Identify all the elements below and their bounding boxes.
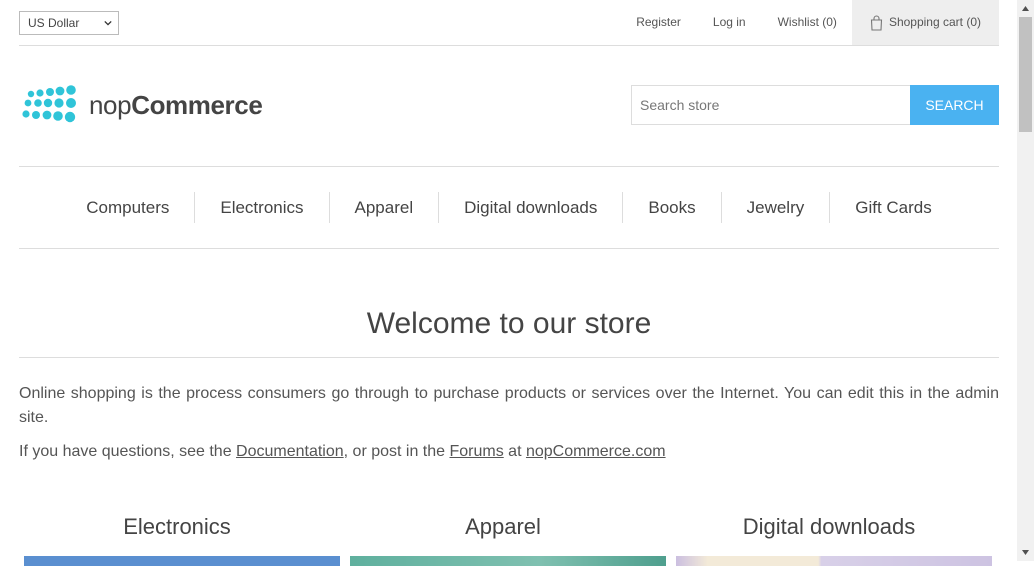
scroll-up-arrow-icon[interactable] xyxy=(1017,0,1034,17)
menu-item-books[interactable]: Books xyxy=(622,192,720,223)
category-title[interactable]: Electronics xyxy=(19,512,335,542)
currency-selector-label: US Dollar xyxy=(28,16,80,30)
page-scrollbar[interactable] xyxy=(1017,0,1034,561)
logo-wordmark-bold: Commerce xyxy=(131,89,263,120)
header-links-bar: US Dollar Register Log in Wishlist (0) S… xyxy=(19,0,999,46)
category-title[interactable]: Apparel xyxy=(345,512,661,542)
search-box: SEARCH xyxy=(631,85,999,125)
search-input[interactable] xyxy=(631,85,910,125)
menu-item-digital-downloads[interactable]: Digital downloads xyxy=(438,192,622,223)
chevron-down-icon xyxy=(104,20,112,26)
category-image[interactable] xyxy=(676,556,992,566)
logo-wordmark: nopCommerce xyxy=(89,89,263,121)
menu-item-apparel[interactable]: Apparel xyxy=(328,192,439,223)
welcome-intro: Online shopping is the process consumers… xyxy=(19,385,999,426)
forums-link[interactable]: Forums xyxy=(450,443,504,460)
login-link[interactable]: Log in xyxy=(713,0,746,45)
category-title[interactable]: Digital downloads xyxy=(671,512,987,542)
logo-wordmark-light: nop xyxy=(89,89,132,120)
menu-item-electronics[interactable]: Electronics xyxy=(194,192,328,223)
currency-selector[interactable]: US Dollar xyxy=(19,11,119,35)
category-image[interactable] xyxy=(350,556,666,566)
help-text-prefix: If you have questions, see the xyxy=(19,443,237,460)
menu-item-computers[interactable]: Computers xyxy=(61,192,194,223)
menu-item-jewelry[interactable]: Jewelry xyxy=(720,192,830,223)
category-image[interactable] xyxy=(24,556,340,566)
register-link[interactable]: Register xyxy=(636,0,681,45)
top-menu: Computers Electronics Apparel Digital do… xyxy=(19,166,999,249)
search-button[interactable]: SEARCH xyxy=(910,85,999,125)
category-digital-downloads[interactable]: Digital downloads xyxy=(671,512,992,566)
shopping-cart-link[interactable]: Shopping cart (0) xyxy=(851,0,999,45)
header-links: Register Log in Wishlist (0) Shopping ca… xyxy=(636,0,999,45)
help-text-at: at xyxy=(503,443,526,460)
category-apparel[interactable]: Apparel xyxy=(345,512,666,566)
shopping-bag-icon xyxy=(870,14,883,31)
help-links-line: If you have questions, see the Documenta… xyxy=(19,440,999,464)
category-electronics[interactable]: Electronics xyxy=(19,512,340,566)
store-logo[interactable]: nopCommerce xyxy=(21,84,263,126)
logo-dots-icon xyxy=(22,85,76,123)
scrollbar-thumb[interactable] xyxy=(1019,17,1032,132)
shopping-cart-label: Shopping cart (0) xyxy=(888,15,981,29)
wishlist-link[interactable]: Wishlist (0) xyxy=(778,0,837,45)
nopcommerce-site-link[interactable]: nopCommerce.com xyxy=(526,443,666,460)
menu-item-gift-cards[interactable]: Gift Cards xyxy=(829,192,957,223)
scroll-down-arrow-icon[interactable] xyxy=(1017,544,1034,561)
help-text-mid: , or post in the xyxy=(343,443,450,460)
page-title: Welcome to our store xyxy=(19,300,999,358)
page: US Dollar Register Log in Wishlist (0) S… xyxy=(19,0,999,566)
documentation-link[interactable]: Documentation xyxy=(236,443,344,460)
